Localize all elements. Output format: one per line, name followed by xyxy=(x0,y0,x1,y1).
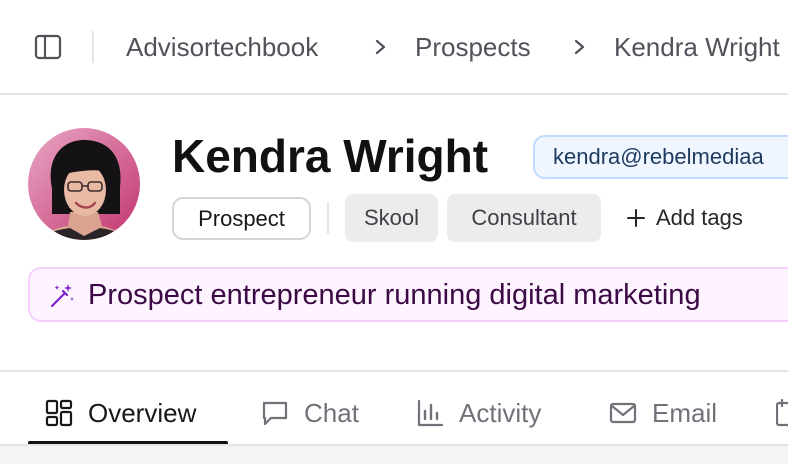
avatar-photo xyxy=(28,128,140,240)
ai-summary-text: Prospect entrepreneur running digital ma… xyxy=(88,279,701,311)
tags-divider xyxy=(327,202,329,234)
grid-icon xyxy=(45,399,73,427)
status-badge[interactable]: Prospect xyxy=(172,197,311,240)
envelope-icon xyxy=(609,402,637,424)
breadcrumb-advisortechbook[interactable]: Advisortechbook xyxy=(126,31,318,63)
tab-chat[interactable]: Chat xyxy=(260,394,359,432)
bar-chart-icon xyxy=(417,399,444,427)
tab-chat-label: Chat xyxy=(304,398,359,428)
calendar-icon[interactable] xyxy=(776,399,788,429)
tabs-divider xyxy=(0,370,788,372)
topbar-divider xyxy=(92,31,94,63)
avatar xyxy=(28,128,140,240)
tag-skool[interactable]: Skool xyxy=(345,194,438,242)
tag-consultant[interactable]: Consultant xyxy=(447,194,601,242)
chevron-right-icon xyxy=(375,39,386,55)
plus-icon xyxy=(627,209,645,227)
magic-wand-icon xyxy=(50,284,74,308)
chevron-right-icon xyxy=(574,39,585,55)
tab-activity-label: Activity xyxy=(459,398,542,428)
tab-email-label: Email xyxy=(652,398,718,428)
tab-email[interactable]: Email xyxy=(608,394,717,432)
breadcrumb-current: Kendra Wright xyxy=(614,32,780,62)
sidebar-toggle-icon[interactable] xyxy=(34,33,62,61)
tab-activity[interactable]: Activity xyxy=(415,394,541,432)
add-tags-label: Add tags xyxy=(656,205,743,230)
tab-overview[interactable]: Overview xyxy=(44,394,196,432)
add-tags-button[interactable]: Add tags xyxy=(626,194,743,242)
chat-bubble-icon xyxy=(262,401,288,426)
ai-summary-banner: Prospect entrepreneur running digital ma… xyxy=(28,267,788,322)
contact-name: Kendra Wright xyxy=(172,130,489,182)
content-area xyxy=(0,446,788,464)
top-bar: Advisortechbook Prospects Kendra Wright xyxy=(0,0,788,95)
breadcrumb-prospects[interactable]: Prospects xyxy=(415,31,531,63)
tab-overview-label: Overview xyxy=(88,398,197,428)
email-badge[interactable]: kendra@rebelmediaa xyxy=(533,135,788,179)
